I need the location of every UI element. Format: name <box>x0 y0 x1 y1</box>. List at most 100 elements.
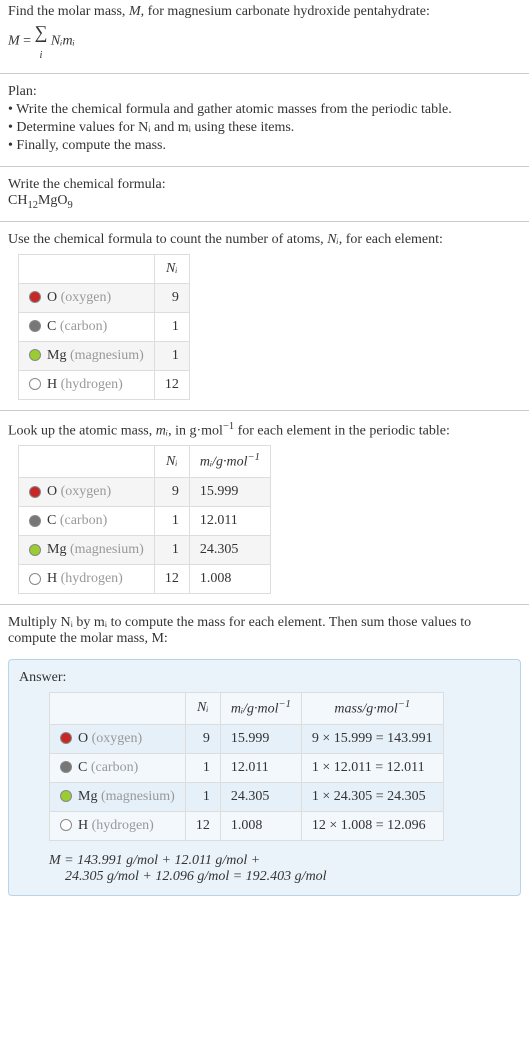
lookup-section: Look up the atomic mass, mᵢ, in g·mol−1 … <box>0 417 529 598</box>
table-header-row: Nᵢ mᵢ/g·mol−1 <box>19 446 271 478</box>
answer-box: Answer: Nᵢ mᵢ/g·mol−1 mass/g·mol−1 O (ox… <box>8 659 521 896</box>
el-name: O (oxygen) <box>78 731 142 746</box>
formula-heading: Write the chemical formula: <box>8 177 521 193</box>
final-line2: 24.305 g/mol + 12.096 g/mol = 192.403 g/… <box>65 869 510 885</box>
plan-item: • Finally, compute the mass. <box>8 138 521 154</box>
var-M: M <box>129 4 141 19</box>
answer-table: Nᵢ mᵢ/g·mol−1 mass/g·mol−1 O (oxygen) 9 … <box>49 692 444 841</box>
cell-n: 1 <box>154 506 189 535</box>
final-equation: M = 143.991 g/mol + 12.011 g/mol + 24.30… <box>49 853 510 885</box>
multiply-section: Multiply Nᵢ by mᵢ to compute the mass fo… <box>0 611 529 651</box>
col-ni: Nᵢ <box>185 692 220 724</box>
element-dot-icon <box>60 819 72 831</box>
table-row: H (hydrogen) 12 1.008 12 × 1.008 = 12.09… <box>50 811 444 840</box>
table-header-row: Nᵢ <box>19 254 190 283</box>
col-mass: mass/g·mol−1 <box>301 692 443 724</box>
cell-m: 12.011 <box>220 753 301 782</box>
table-row: Mg (magnesium) 1 <box>19 341 190 370</box>
el-name: H (hydrogen) <box>47 377 123 392</box>
cell-m: 15.999 <box>220 724 301 753</box>
lookup-heading-c: for each element in the periodic table: <box>234 423 450 438</box>
cell-element: O (oxygen) <box>50 724 186 753</box>
neg1: −1 <box>398 699 410 710</box>
el-name: O (oxygen) <box>47 290 111 305</box>
divider <box>0 73 529 74</box>
answer-label: Answer: <box>19 670 510 686</box>
cell-n: 1 <box>185 753 220 782</box>
element-dot-icon <box>29 349 41 361</box>
cell-m: 1.008 <box>189 564 270 593</box>
element-dot-icon <box>60 761 72 773</box>
cell-element: Mg (magnesium) <box>19 341 155 370</box>
cell-m: 15.999 <box>189 477 270 506</box>
element-dot-icon <box>60 732 72 744</box>
el-name: C (carbon) <box>78 760 138 775</box>
cell-element: Mg (magnesium) <box>19 535 155 564</box>
table-header-row: Nᵢ mᵢ/g·mol−1 mass/g·mol−1 <box>50 692 444 724</box>
neg1: −1 <box>248 452 260 463</box>
col-element <box>50 692 186 724</box>
cell-n: 9 <box>154 283 189 312</box>
divider <box>0 221 529 222</box>
cell-element: Mg (magnesium) <box>50 782 186 811</box>
var-Ni: Nᵢ <box>327 232 339 247</box>
col-element <box>19 446 155 478</box>
cell-n: 9 <box>185 724 220 753</box>
col-ni: Nᵢ <box>154 254 189 283</box>
cell-element: O (oxygen) <box>19 477 155 506</box>
ni-label: Nᵢ <box>166 261 178 276</box>
element-dot-icon <box>29 291 41 303</box>
table-row: Mg (magnesium) 1 24.305 1 × 24.305 = 24.… <box>50 782 444 811</box>
count-heading-b: , for each element: <box>339 232 443 247</box>
final-line1: M = 143.991 g/mol + 12.011 g/mol + <box>49 853 510 869</box>
table-row: C (carbon) 1 <box>19 312 190 341</box>
count-section: Use the chemical formula to count the nu… <box>0 228 529 404</box>
plan-item: • Determine values for Nᵢ and mᵢ using t… <box>8 120 521 136</box>
molar-mass-equation: M = ∑i Nᵢmᵢ <box>8 22 521 61</box>
element-dot-icon <box>60 790 72 802</box>
count-table: Nᵢ O (oxygen) 9 C (carbon) 1 Mg (magnesi… <box>18 254 190 400</box>
table-row: H (hydrogen) 12 1.008 <box>19 564 271 593</box>
el-name: Mg (magnesium) <box>78 789 175 804</box>
col-mi: mᵢ/g·mol−1 <box>189 446 270 478</box>
cell-element: C (carbon) <box>50 753 186 782</box>
count-heading-a: Use the chemical formula to count the nu… <box>8 232 327 247</box>
element-dot-icon <box>29 515 41 527</box>
sigma-icon: ∑ <box>35 22 48 42</box>
cell-n: 9 <box>154 477 189 506</box>
cell-n: 1 <box>154 312 189 341</box>
table-row: H (hydrogen) 12 <box>19 370 190 399</box>
el-name: Mg (magnesium) <box>47 542 144 557</box>
neg1: −1 <box>223 421 234 432</box>
cell-m: 1.008 <box>220 811 301 840</box>
eq-nimi: Nᵢmᵢ <box>51 34 75 49</box>
el-name: H (hydrogen) <box>47 571 123 586</box>
plan-item: • Write the chemical formula and gather … <box>8 102 521 118</box>
multiply-text: Multiply Nᵢ by mᵢ to compute the mass fo… <box>8 615 521 647</box>
intro-text-a: Find the molar mass, <box>8 4 129 19</box>
cell-n: 12 <box>154 370 189 399</box>
cell-element: C (carbon) <box>19 506 155 535</box>
col-mi: mᵢ/g·mol−1 <box>220 692 301 724</box>
el-name: O (oxygen) <box>47 484 111 499</box>
f-9: 9 <box>68 200 73 211</box>
cell-mass: 1 × 12.011 = 12.011 <box>301 753 443 782</box>
divider <box>0 604 529 605</box>
intro-text-b: , for magnesium carbonate hydroxide pent… <box>141 4 430 19</box>
el-name: C (carbon) <box>47 513 107 528</box>
mass-label: mass/g·mol <box>334 702 397 717</box>
f-ch: CH <box>8 193 27 208</box>
cell-mass: 9 × 15.999 = 143.991 <box>301 724 443 753</box>
col-element <box>19 254 155 283</box>
cell-m: 24.305 <box>220 782 301 811</box>
element-dot-icon <box>29 486 41 498</box>
ni-label: Nᵢ <box>166 454 178 469</box>
lookup-heading-a: Look up the atomic mass, <box>8 423 156 438</box>
element-dot-icon <box>29 544 41 556</box>
mi-label: mᵢ/g·mol <box>200 455 248 470</box>
cell-n: 12 <box>185 811 220 840</box>
intro: Find the molar mass, M, for magnesium ca… <box>0 0 529 67</box>
cell-mass: 12 × 1.008 = 12.096 <box>301 811 443 840</box>
ni-label: Nᵢ <box>197 700 209 715</box>
lookup-heading: Look up the atomic mass, mᵢ, in g·mol−1 … <box>8 421 521 440</box>
